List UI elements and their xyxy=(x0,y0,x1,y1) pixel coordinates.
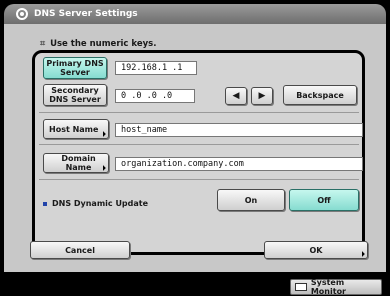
backspace-button[interactable]: Backspace xyxy=(283,85,357,105)
settings-panel: ⌗ Use the numeric keys. Primary DNS Serv… xyxy=(4,24,386,272)
dns-settings-frame: Primary DNS Server 192.168.1 .1 Secondar… xyxy=(32,50,365,255)
host-name-button[interactable]: Host Name xyxy=(43,119,109,139)
system-monitor-label: System Monitor xyxy=(310,278,347,296)
secondary-dns-button[interactable]: Secondary DNS Server xyxy=(43,84,107,106)
host-name-field[interactable]: host_name xyxy=(115,123,363,137)
left-arrow-button[interactable]: ◀ xyxy=(225,87,247,105)
hint-line: ⌗ Use the numeric keys. xyxy=(40,39,156,49)
divider xyxy=(39,179,359,180)
off-button[interactable]: Off xyxy=(289,189,359,211)
right-arrow-icon: ▶ xyxy=(258,90,266,101)
status-bar: System Monitor xyxy=(0,278,390,296)
right-arrow-button[interactable]: ▶ xyxy=(251,87,273,105)
keypad-icon: ⌗ xyxy=(40,39,46,49)
primary-dns-field[interactable]: 192.168.1 .1 xyxy=(115,61,197,75)
dns-dynamic-update-text: DNS Dynamic Update xyxy=(52,199,149,208)
system-monitor-button[interactable]: System Monitor xyxy=(290,278,382,296)
cancel-button[interactable]: Cancel xyxy=(30,241,130,259)
on-button[interactable]: On xyxy=(217,189,285,211)
domain-name-field[interactable]: organization.company.com xyxy=(115,157,363,171)
screen: DNS Server Settings ⌗ Use the numeric ke… xyxy=(0,0,390,296)
window-title: DNS Server Settings xyxy=(34,9,138,19)
divider xyxy=(39,112,359,113)
secondary-dns-field[interactable]: 0 .0 .0 .0 xyxy=(115,89,195,103)
title-bar: DNS Server Settings xyxy=(4,4,386,24)
ok-button[interactable]: OK xyxy=(264,241,368,259)
monitor-icon xyxy=(295,283,307,291)
left-arrow-icon: ◀ xyxy=(232,90,240,101)
domain-name-button[interactable]: Domain Name xyxy=(43,153,109,173)
primary-dns-button[interactable]: Primary DNS Server xyxy=(43,57,107,79)
hint-text: Use the numeric keys. xyxy=(50,39,157,49)
divider xyxy=(39,144,359,145)
dns-dynamic-update-label: DNS Dynamic Update xyxy=(43,199,148,208)
gear-icon xyxy=(16,8,28,20)
bullet-icon xyxy=(43,201,47,206)
